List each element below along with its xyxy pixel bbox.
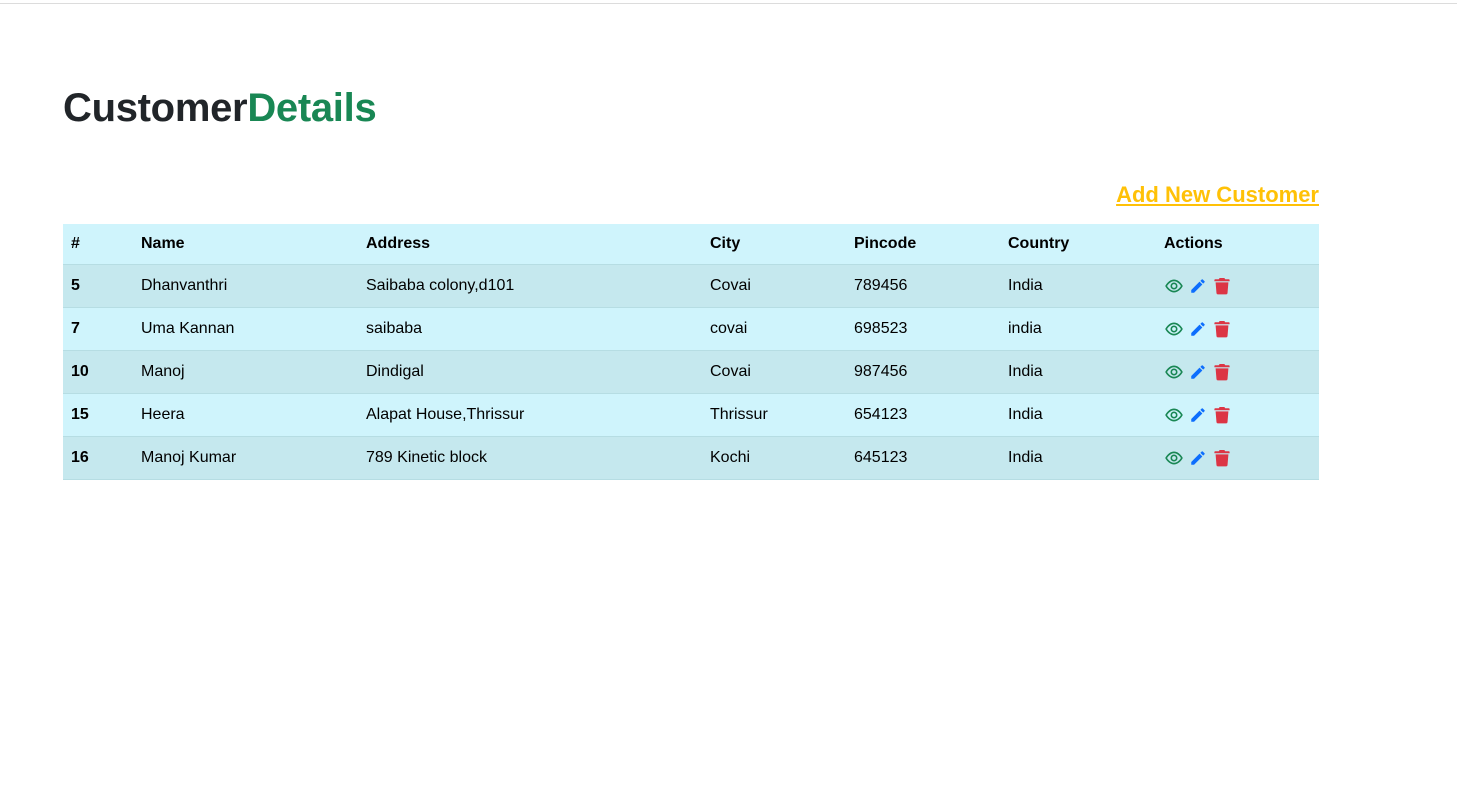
table-row: 7 Uma Kannan saibaba covai 698523 india bbox=[63, 307, 1319, 351]
cell-city: covai bbox=[702, 307, 846, 351]
cell-id: 7 bbox=[63, 307, 133, 351]
pencil-icon[interactable] bbox=[1188, 319, 1208, 339]
column-header-pincode: Pincode bbox=[846, 224, 1000, 265]
customer-table: # Name Address City Pincode Country Acti… bbox=[63, 224, 1319, 480]
column-header-address: Address bbox=[358, 224, 702, 265]
cell-actions bbox=[1156, 307, 1319, 351]
table-row: 16 Manoj Kumar 789 Kinetic block Kochi 64512… bbox=[63, 436, 1319, 480]
table-row: 15 Heera Alapat House,Thrissur Thrissur 6541… bbox=[63, 393, 1319, 437]
cell-address: Dindigal bbox=[358, 350, 702, 394]
trash-icon[interactable] bbox=[1212, 405, 1232, 425]
row-actions bbox=[1164, 276, 1311, 296]
table-row: 5 Dhanvanthri Saibaba colony,d101 Covai 7894… bbox=[63, 264, 1319, 308]
cell-pincode: 789456 bbox=[846, 264, 1000, 308]
top-divider bbox=[0, 3, 1457, 4]
add-new-customer-link[interactable]: Add New Customer bbox=[1116, 181, 1319, 209]
eye-icon[interactable] bbox=[1164, 405, 1184, 425]
cell-country: India bbox=[1000, 350, 1156, 394]
column-header-name: Name bbox=[133, 224, 358, 265]
table-header-row: # Name Address City Pincode Country Acti… bbox=[63, 224, 1319, 265]
trash-icon[interactable] bbox=[1212, 319, 1232, 339]
pencil-icon[interactable] bbox=[1188, 448, 1208, 468]
cell-id: 15 bbox=[63, 393, 133, 437]
cell-pincode: 645123 bbox=[846, 436, 1000, 480]
column-header-actions: Actions bbox=[1156, 224, 1319, 265]
cell-city: Kochi bbox=[702, 436, 846, 480]
cell-address: Saibaba colony,d101 bbox=[358, 264, 702, 308]
cell-pincode: 654123 bbox=[846, 393, 1000, 437]
pencil-icon[interactable] bbox=[1188, 405, 1208, 425]
eye-icon[interactable] bbox=[1164, 362, 1184, 382]
cell-city: Covai bbox=[702, 350, 846, 394]
cell-name: Manoj bbox=[133, 350, 358, 394]
column-header-city: City bbox=[702, 224, 846, 265]
cell-country: India bbox=[1000, 264, 1156, 308]
cell-address: Alapat House,Thrissur bbox=[358, 393, 702, 437]
row-actions bbox=[1164, 405, 1311, 425]
cell-name: Manoj Kumar bbox=[133, 436, 358, 480]
page-title: CustomerDetails bbox=[63, 82, 377, 134]
trash-icon[interactable] bbox=[1212, 276, 1232, 296]
cell-id: 16 bbox=[63, 436, 133, 480]
cell-pincode: 987456 bbox=[846, 350, 1000, 394]
table-body: 5 Dhanvanthri Saibaba colony,d101 Covai 7894… bbox=[63, 264, 1319, 480]
table-row: 10 Manoj Dindigal Covai 987456 India bbox=[63, 350, 1319, 394]
column-header-id: # bbox=[63, 224, 133, 265]
cell-address: saibaba bbox=[358, 307, 702, 351]
cell-actions bbox=[1156, 350, 1319, 394]
cell-actions bbox=[1156, 264, 1319, 308]
page-title-part2: Details bbox=[247, 86, 377, 130]
trash-icon[interactable] bbox=[1212, 362, 1232, 382]
row-actions bbox=[1164, 319, 1311, 339]
cell-name: Heera bbox=[133, 393, 358, 437]
table-header: # Name Address City Pincode Country Acti… bbox=[63, 224, 1319, 265]
cell-name: Dhanvanthri bbox=[133, 264, 358, 308]
cell-city: Thrissur bbox=[702, 393, 846, 437]
trash-icon[interactable] bbox=[1212, 448, 1232, 468]
page-title-part1: Customer bbox=[63, 86, 248, 130]
cell-name: Uma Kannan bbox=[133, 307, 358, 351]
cell-actions bbox=[1156, 393, 1319, 437]
cell-id: 5 bbox=[63, 264, 133, 308]
cell-address: 789 Kinetic block bbox=[358, 436, 702, 480]
cell-country: india bbox=[1000, 307, 1156, 351]
cell-country: India bbox=[1000, 393, 1156, 437]
eye-icon[interactable] bbox=[1164, 319, 1184, 339]
cell-pincode: 698523 bbox=[846, 307, 1000, 351]
cell-city: Covai bbox=[702, 264, 846, 308]
cell-id: 10 bbox=[63, 350, 133, 394]
row-actions bbox=[1164, 448, 1311, 468]
cell-actions bbox=[1156, 436, 1319, 480]
column-header-country: Country bbox=[1000, 224, 1156, 265]
eye-icon[interactable] bbox=[1164, 448, 1184, 468]
row-actions bbox=[1164, 362, 1311, 382]
pencil-icon[interactable] bbox=[1188, 362, 1208, 382]
cell-country: India bbox=[1000, 436, 1156, 480]
pencil-icon[interactable] bbox=[1188, 276, 1208, 296]
eye-icon[interactable] bbox=[1164, 276, 1184, 296]
